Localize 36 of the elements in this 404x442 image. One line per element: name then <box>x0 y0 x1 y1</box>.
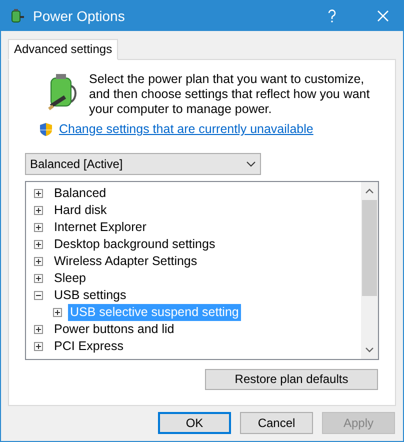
scrollbar-thumb[interactable] <box>362 200 377 296</box>
description-text: Select the power plan that you want to customize, and then choose settings that reflect how you want your computer to manage power. <box>89 72 371 117</box>
tree-item[interactable]: Desktop background settings <box>52 236 218 253</box>
battery-icon <box>9 8 25 24</box>
scroll-down-icon[interactable] <box>365 346 374 353</box>
expand-icon[interactable] <box>34 240 43 249</box>
help-icon[interactable] <box>327 9 337 23</box>
tree-item[interactable]: USB settings <box>52 286 128 304</box>
expand-icon[interactable] <box>34 324 43 334</box>
expand-icon[interactable] <box>34 274 43 283</box>
expand-icon[interactable] <box>34 342 43 351</box>
expand-icon[interactable] <box>34 256 43 266</box>
change-settings-link[interactable]: Change settings that are currently unavailable <box>59 120 314 139</box>
tab[interactable]: Advanced settings <box>8 39 118 60</box>
expand-icon[interactable] <box>34 222 43 232</box>
expand-icon[interactable] <box>34 188 43 198</box>
collapse-icon[interactable] <box>34 290 43 300</box>
plan-dropdown[interactable]: Balanced [Active] <box>25 152 261 175</box>
tree-item[interactable]: Hard disk <box>52 202 109 219</box>
expand-icon[interactable] <box>34 206 43 215</box>
shield-icon <box>39 122 53 137</box>
tree-item[interactable]: PCI Express <box>52 338 126 355</box>
tree-item[interactable]: Wireless Adapter Settings <box>52 252 200 270</box>
scroll-up-icon[interactable] <box>365 188 374 194</box>
tree-item[interactable]: Internet Explorer <box>52 218 148 236</box>
dialog-button[interactable]: OK <box>158 412 231 434</box>
expand-icon[interactable] <box>53 308 62 317</box>
tree-item[interactable]: Balanced <box>52 184 108 202</box>
dialog-button[interactable]: Cancel <box>240 412 313 434</box>
window-title: Power Options <box>33 6 125 26</box>
restore-defaults-button[interactable]: Restore plan defaults <box>205 368 378 390</box>
close-icon[interactable] <box>377 10 389 22</box>
chevron-down-icon <box>246 160 256 167</box>
scrollbar[interactable] <box>361 182 378 359</box>
tree-item[interactable]: Power buttons and lid <box>52 320 176 338</box>
tree-item[interactable]: Sleep <box>52 270 88 287</box>
